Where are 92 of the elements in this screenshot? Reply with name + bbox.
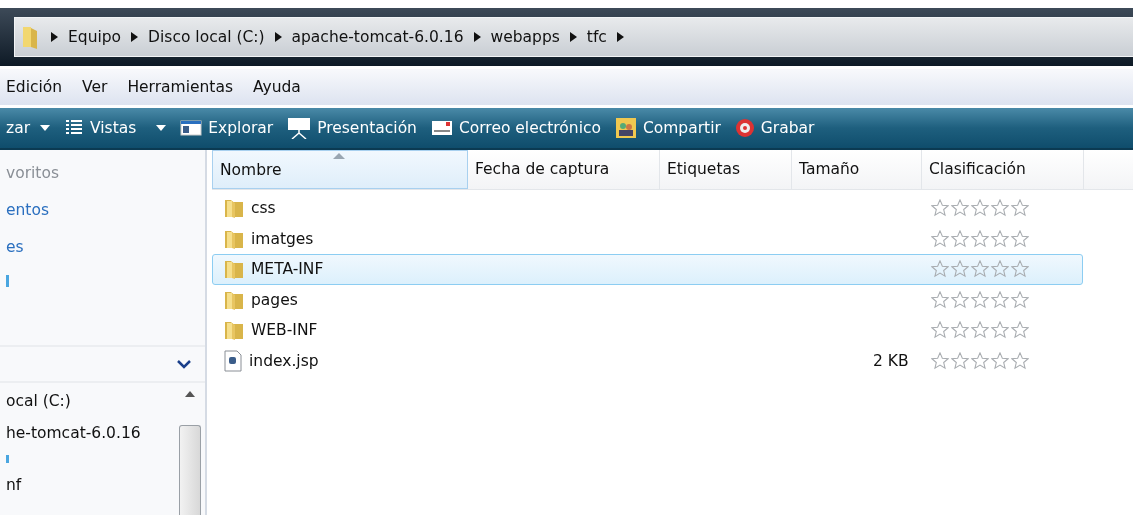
breadcrumb-arrow-icon[interactable]	[473, 32, 481, 42]
star-icon[interactable]	[990, 321, 1009, 340]
scrollbar-thumb[interactable]	[179, 425, 201, 515]
star-icon[interactable]	[1010, 351, 1029, 370]
star-icon[interactable]	[950, 290, 969, 309]
toolbar-button[interactable]: Explorar	[180, 119, 274, 137]
breadcrumb[interactable]: Equipo	[68, 28, 122, 46]
tree-item[interactable]: nf	[0, 475, 175, 495]
file-row[interactable]: index.jsp 2 KB	[212, 345, 1083, 376]
column-header[interactable]: Fecha de captura	[468, 150, 660, 189]
toolbar-button[interactable]: Vistas	[64, 118, 167, 138]
folder-icon	[223, 197, 245, 220]
file-name: WEB-INF	[251, 321, 318, 340]
toolbar-button[interactable]: Grabar	[734, 118, 815, 138]
file-row[interactable]: imatges	[212, 223, 1083, 254]
sidebar-link[interactable]: es	[0, 238, 205, 256]
star-icon[interactable]	[990, 290, 1009, 309]
scroll-up-icon[interactable]	[185, 391, 195, 397]
column-header[interactable]: Clasificación	[922, 150, 1084, 189]
column-header[interactable]: Etiquetas	[660, 150, 792, 189]
menu-item[interactable]: Ver	[76, 78, 122, 96]
folder-icon	[223, 319, 245, 342]
star-icon[interactable]	[970, 351, 989, 370]
star-icon[interactable]	[950, 260, 969, 279]
file-name: css	[251, 199, 276, 218]
menu-item[interactable]: Edición	[0, 78, 77, 96]
star-icon[interactable]	[970, 260, 989, 279]
toolbar-button[interactable]: Compartir	[614, 117, 721, 139]
disc-icon	[734, 118, 755, 138]
star-icon[interactable]	[990, 199, 1009, 218]
projector-screen-icon	[287, 117, 312, 139]
tree-item[interactable]: ocal (C:)	[0, 391, 175, 411]
caret-icon	[156, 125, 167, 131]
star-icon[interactable]	[990, 260, 1009, 279]
file-name: META-INF	[251, 260, 324, 279]
menu-item[interactable]: Ayuda	[247, 78, 315, 96]
star-icon[interactable]	[930, 260, 949, 279]
star-icon[interactable]	[1010, 290, 1029, 309]
sidebar-heading: voritos	[5, 164, 60, 182]
star-icon[interactable]	[970, 321, 989, 340]
breadcrumb[interactable]: webapps	[490, 28, 560, 46]
star-icon[interactable]	[970, 290, 989, 309]
caret-icon	[40, 125, 50, 131]
menu-item[interactable]: Herramientas	[121, 78, 247, 96]
star-icon[interactable]	[950, 351, 969, 370]
star-icon[interactable]	[950, 321, 969, 340]
star-icon[interactable]	[990, 351, 1009, 370]
tree-item[interactable]: he-tomcat-6.0.16	[0, 423, 175, 443]
column-header[interactable]: Nombre	[212, 150, 468, 189]
people-icon	[614, 117, 637, 139]
file-row[interactable]: pages	[212, 284, 1083, 315]
window-icon	[180, 119, 203, 137]
file-name: index.jsp	[249, 351, 319, 370]
star-icon[interactable]	[930, 229, 949, 248]
file-row[interactable]: WEB-INF	[212, 315, 1083, 346]
star-icon[interactable]	[930, 290, 949, 309]
star-icon[interactable]	[1010, 321, 1029, 340]
breadcrumb-arrow-icon[interactable]	[616, 32, 624, 42]
star-icon[interactable]	[950, 199, 969, 218]
breadcrumb-arrow-icon[interactable]	[274, 32, 282, 42]
envelope-icon	[430, 120, 453, 136]
chevron-down-icon[interactable]	[177, 359, 191, 369]
star-icon[interactable]	[930, 321, 949, 340]
folder-icon	[223, 258, 245, 281]
star-icon[interactable]	[1010, 260, 1029, 279]
file-size: 2 KB	[872, 351, 909, 370]
toolbar-button[interactable]: Presentación	[287, 117, 417, 139]
star-icon[interactable]	[950, 229, 969, 248]
breadcrumb-arrow-icon[interactable]	[569, 32, 577, 42]
file-name: pages	[251, 290, 298, 309]
file-name: imatges	[251, 229, 314, 248]
file-icon	[223, 349, 243, 372]
star-icon[interactable]	[970, 199, 989, 218]
breadcrumb-arrow-icon[interactable]	[131, 32, 139, 42]
address-bar[interactable]: Equipo Disco local (C:) apache-tomcat-6.0.16 webapps tfc	[14, 17, 1133, 57]
star-icon[interactable]	[930, 199, 949, 218]
star-icon[interactable]	[1010, 199, 1029, 218]
sort-arrow-icon	[333, 153, 345, 159]
breadcrumb-arrow-icon[interactable]	[51, 32, 58, 42]
star-icon[interactable]	[970, 229, 989, 248]
toolbar-button[interactable]: Correo electrónico	[430, 119, 601, 137]
breadcrumb[interactable]: apache-tomcat-6.0.16	[291, 28, 464, 46]
file-row[interactable]: META-INF	[212, 254, 1083, 285]
toolbar-button[interactable]: zar	[6, 119, 50, 137]
star-icon[interactable]	[930, 351, 949, 370]
breadcrumb[interactable]: Disco local (C:)	[148, 28, 265, 46]
column-header[interactable]: Tamaño	[792, 150, 922, 189]
sidebar-link[interactable]: entos	[0, 201, 205, 219]
star-icon[interactable]	[990, 229, 1009, 248]
star-icon[interactable]	[1010, 229, 1029, 248]
breadcrumb[interactable]: tfc	[586, 28, 607, 46]
file-row[interactable]: css	[212, 193, 1083, 224]
